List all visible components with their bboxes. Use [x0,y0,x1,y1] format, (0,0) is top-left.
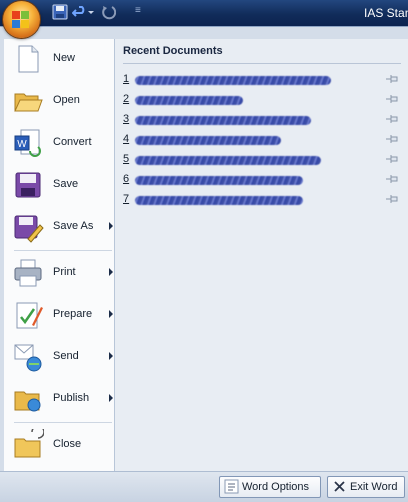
menu-item-label: Save As [53,220,94,232]
menu-item-save-as[interactable]: Save As [10,207,114,247]
exit-word-label: Exit Word [350,481,398,493]
printer-icon [14,259,42,287]
office-logo-icon-part [21,20,29,28]
menu-item-label: Print [53,266,76,278]
office-logo-icon [12,11,20,19]
pin-icon[interactable] [385,173,399,185]
menu-separator [14,250,112,251]
menu-item-label: Close [53,438,82,450]
menu-item-save[interactable]: Save [10,165,114,205]
recent-document-item[interactable]: 4 [123,131,399,149]
recent-document-item[interactable]: 2 [123,91,399,109]
menu-item-prepare[interactable]: Prepare [10,295,114,335]
document-number: 7 [123,193,130,205]
office-logo-icon-part [21,11,29,19]
divider [123,63,401,64]
menu-item-label: Convert [53,136,92,148]
pin-icon[interactable] [385,153,399,165]
pin-icon[interactable] [385,133,399,145]
pin-icon[interactable] [385,193,399,205]
menu-item-print[interactable]: Print [10,253,114,293]
redacted-filename [135,176,303,185]
menu-footer: Word Options Exit Word [0,471,408,502]
menu-commands: New Open W Convert Save Save As Print Pr… [4,39,115,493]
recent-document-item[interactable]: 5 [123,151,399,169]
submenu-arrow-icon [109,352,113,360]
word-options-button[interactable]: Word Options [219,476,321,498]
submenu-arrow-icon [109,222,113,230]
open-folder-icon [14,93,43,112]
undo-dropdown-icon[interactable] [87,4,95,20]
menu-item-label: Prepare [53,308,93,320]
menu-item-label: New [53,52,76,64]
svg-text:W: W [17,139,27,150]
redacted-filename [135,196,303,205]
redacted-filename [135,156,321,165]
menu-item-new[interactable]: New [10,39,114,79]
send-icon [14,344,42,372]
menu-item-label: Save [53,178,79,190]
close-folder-icon [14,429,44,458]
menu-item-label: Publish [53,392,90,404]
save-as-icon [14,215,44,243]
recent-documents-title: Recent Documents [123,45,223,57]
title-bar: ≡ IAS Stanc [0,0,408,38]
menu-item-label: Send [53,350,79,362]
window-title: IAS Stanc [364,6,408,20]
undo-icon[interactable] [72,4,88,20]
redacted-filename [135,136,281,145]
document-number: 2 [123,93,130,105]
document-number: 5 [123,153,130,165]
office-logo-icon-part [12,20,20,28]
submenu-arrow-icon [109,310,113,318]
word-options-label: Word Options [242,481,310,493]
menu-item-open[interactable]: Open [10,81,114,121]
recent-document-item[interactable]: 3 [123,111,399,129]
exit-word-button[interactable]: Exit Word [327,476,405,498]
menu-item-convert[interactable]: W Convert [10,123,114,163]
redacted-filename [135,116,311,125]
office-menu: New Open W Convert Save Save As Print Pr… [0,26,408,502]
document-number: 6 [123,173,130,185]
recent-document-item[interactable]: 7 [123,191,399,209]
redacted-filename [135,76,331,85]
save-disk-icon [15,172,41,198]
office-button[interactable] [3,1,40,38]
menu-item-publish[interactable]: Publish [10,379,114,419]
recent-document-item[interactable]: 6 [123,171,399,189]
options-icon [224,479,239,494]
submenu-arrow-icon [109,268,113,276]
redo-icon[interactable] [100,4,116,20]
document-number: 3 [123,113,130,125]
submenu-arrow-icon [109,394,113,402]
menu-item-send[interactable]: Send [10,337,114,377]
pin-icon[interactable] [385,73,399,85]
pin-icon[interactable] [385,113,399,125]
new-document-icon [18,45,39,73]
publish-icon [14,391,41,412]
recent-documents-panel: Recent Documents 1 2 3 4 5 6 7 [115,39,408,493]
redacted-filename [135,96,243,105]
document-number: 1 [123,73,130,85]
pin-icon[interactable] [385,93,399,105]
customize-toolbar-icon[interactable]: ≡ [135,5,141,16]
prepare-icon [16,302,43,329]
save-icon[interactable] [52,4,68,20]
convert-icon: W [14,129,41,157]
menu-item-label: Open [53,94,80,106]
menu-separator [14,422,112,423]
recent-document-item[interactable]: 1 [123,71,399,89]
document-number: 4 [123,133,130,145]
close-icon [334,481,345,492]
menu-item-close[interactable]: Close [10,425,114,465]
